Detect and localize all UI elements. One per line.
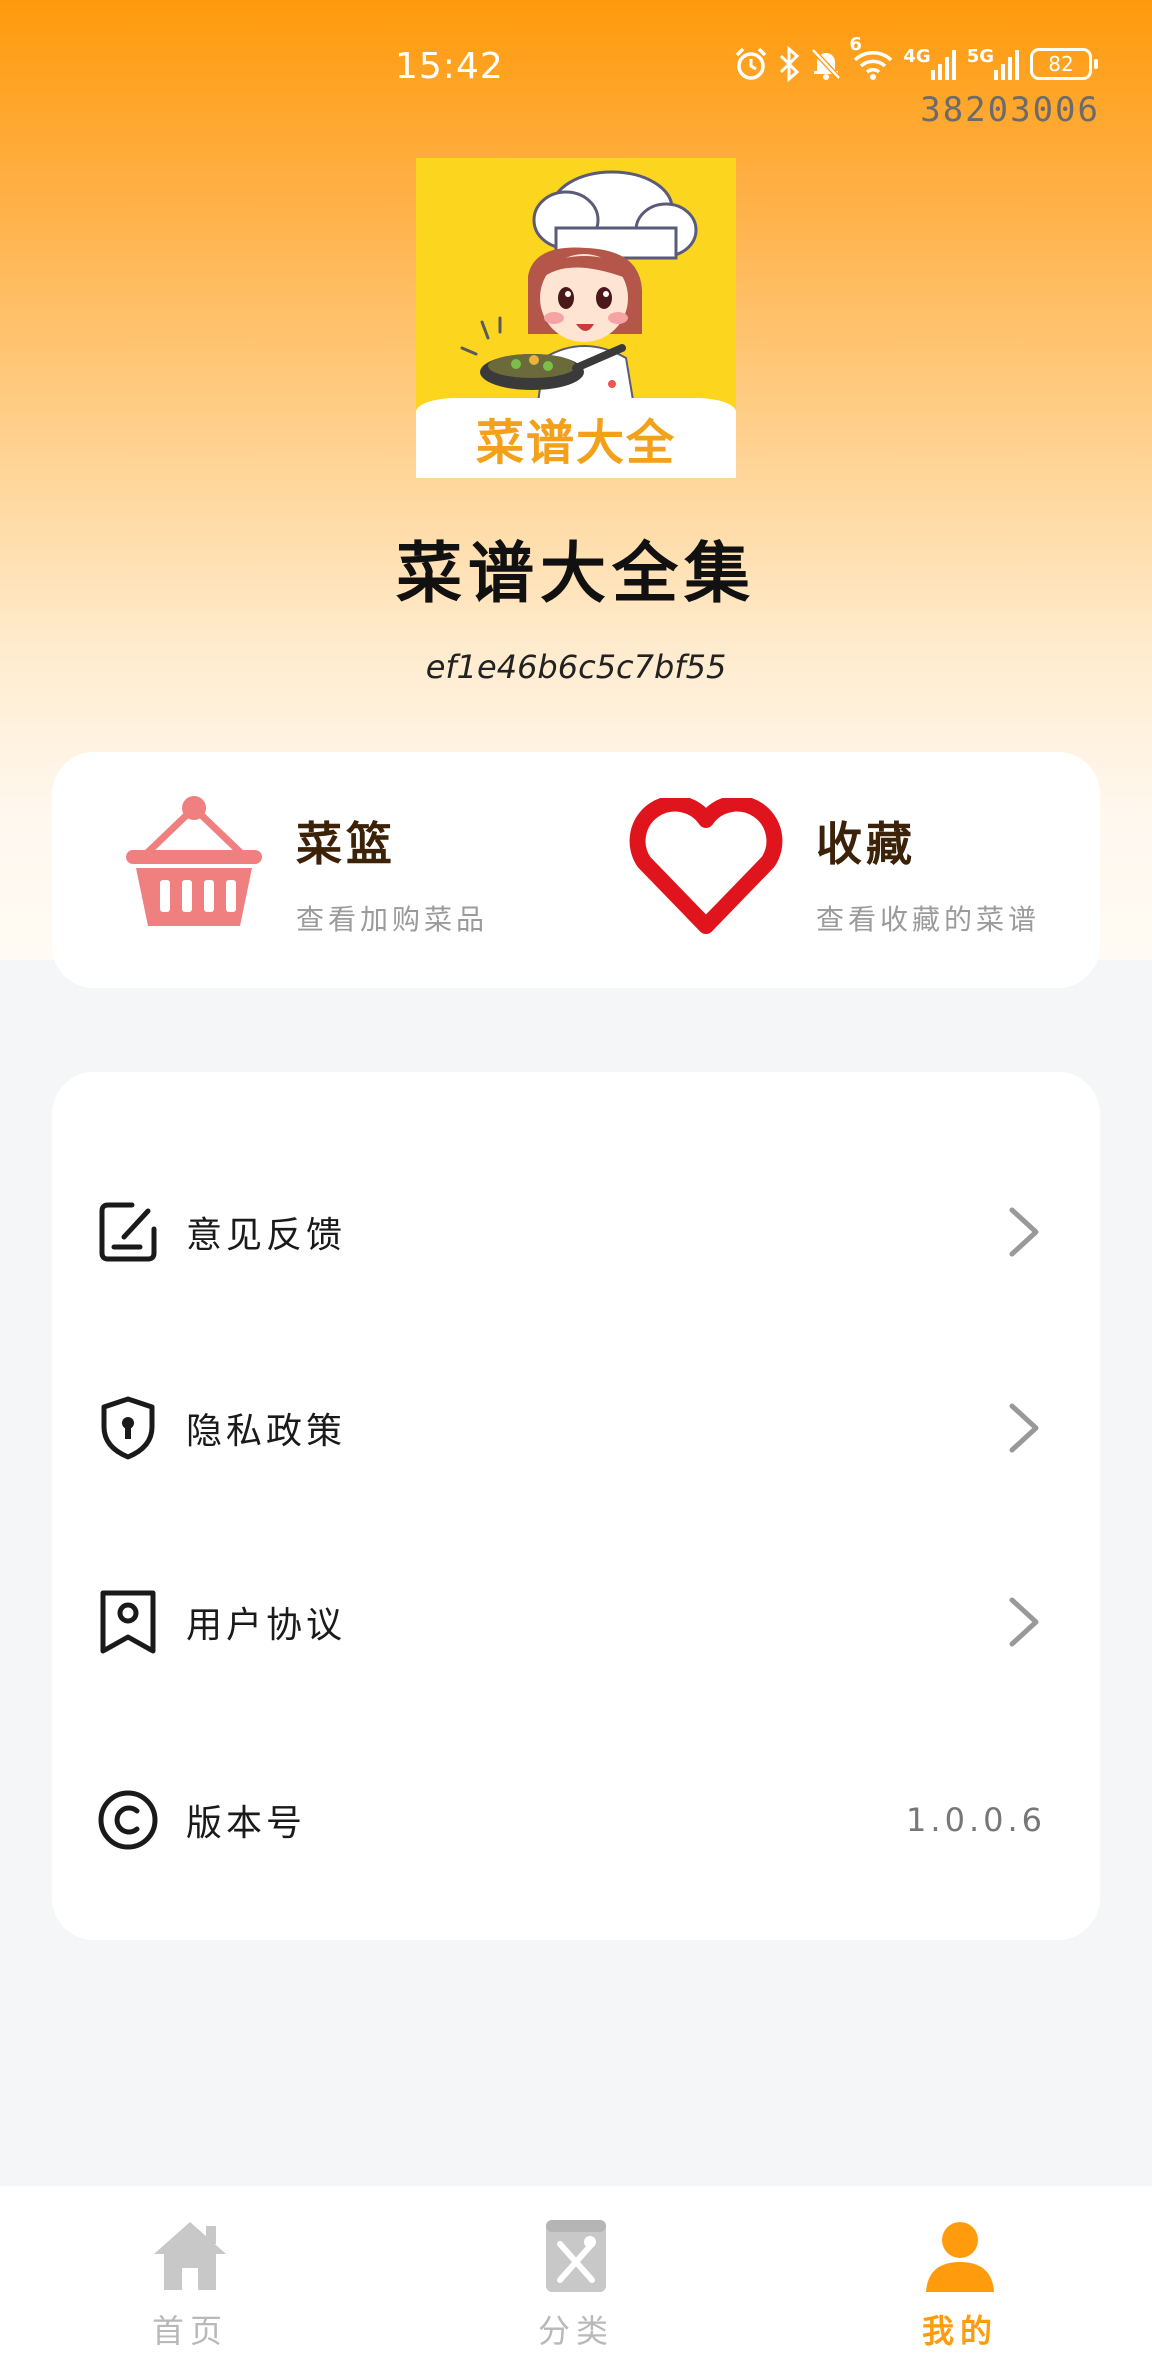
wifi-icon: 6 [849,34,895,84]
basket-entry[interactable]: 菜篮 查看加购菜品 [52,752,552,988]
heart-icon [626,795,786,942]
nav-mine-label: 我的 [921,2312,998,2350]
bluetooth-icon [777,44,801,84]
nav-category-label: 分类 [537,2312,614,2350]
signal-4g-icon: 4G [903,44,958,84]
agreement-label: 用户协议 [186,1605,347,1646]
menu-item-feedback[interactable]: 意见反馈 [52,1172,1100,1292]
quick-actions-card: 菜篮 查看加购菜品 收藏 查看收藏的菜谱 [52,752,1100,988]
edit-note-icon [96,1200,160,1264]
home-icon [154,2222,226,2290]
basket-subtitle: 查看加购菜品 [296,903,489,936]
status-bar: 15:42 6 4G 5G 82 38203006 [0,0,1152,130]
status-counter: 38203006 [920,90,1100,130]
status-time: 15:42 [395,46,504,87]
nav-category[interactable]: 分类 [476,2218,676,2368]
chef-illustration [460,170,698,418]
favorites-entry[interactable]: 收藏 查看收藏的菜谱 [576,752,1076,988]
battery-level: 82 [1048,52,1074,76]
shield-lock-icon [96,1396,160,1460]
person-icon [926,2222,994,2292]
device-id: ef1e46b6c5c7bf55 [425,648,727,686]
alarm-icon [733,44,769,84]
menu-item-user-agreement[interactable]: 用户协议 [52,1562,1100,1682]
nav-home[interactable]: 首页 [90,2218,290,2368]
favorites-title: 收藏 [816,817,916,871]
app-logo: 菜谱大全 [416,158,736,478]
battery-icon: 82 [1030,48,1098,80]
logo-banner-text: 菜谱大全 [416,398,736,478]
nav-home-label: 首页 [151,2312,228,2350]
utensils-book-icon [546,2220,606,2292]
bottom-navigation: 首页 分类 我的 [0,2186,1152,2376]
document-badge-icon [96,1590,160,1654]
app-name: 菜谱大全集 [396,535,756,612]
chevron-right-icon [1009,1403,1039,1453]
feedback-label: 意见反馈 [186,1215,347,1256]
chevron-right-icon [1009,1597,1039,1647]
version-value: 1.0.0.6 [906,1801,1046,1839]
version-label: 版本号 [186,1803,307,1844]
nav-mine[interactable]: 我的 [860,2218,1060,2368]
status-icons: 6 4G 5G 82 [733,34,1098,84]
basket-title: 菜篮 [296,817,396,871]
signal-5g-icon: 5G [967,44,1022,84]
menu-item-privacy[interactable]: 隐私政策 [52,1368,1100,1488]
chevron-right-icon [1009,1207,1039,1257]
basket-icon [122,794,266,938]
favorites-subtitle: 查看收藏的菜谱 [816,903,1041,936]
copyright-icon [96,1788,160,1852]
mute-bell-icon [809,44,843,84]
settings-menu-card: 意见反馈 隐私政策 用户协议 版本号 1.0.0.6 [52,1072,1100,1940]
privacy-label: 隐私政策 [186,1411,347,1452]
menu-item-version: 版本号 1.0.0.6 [52,1760,1100,1880]
